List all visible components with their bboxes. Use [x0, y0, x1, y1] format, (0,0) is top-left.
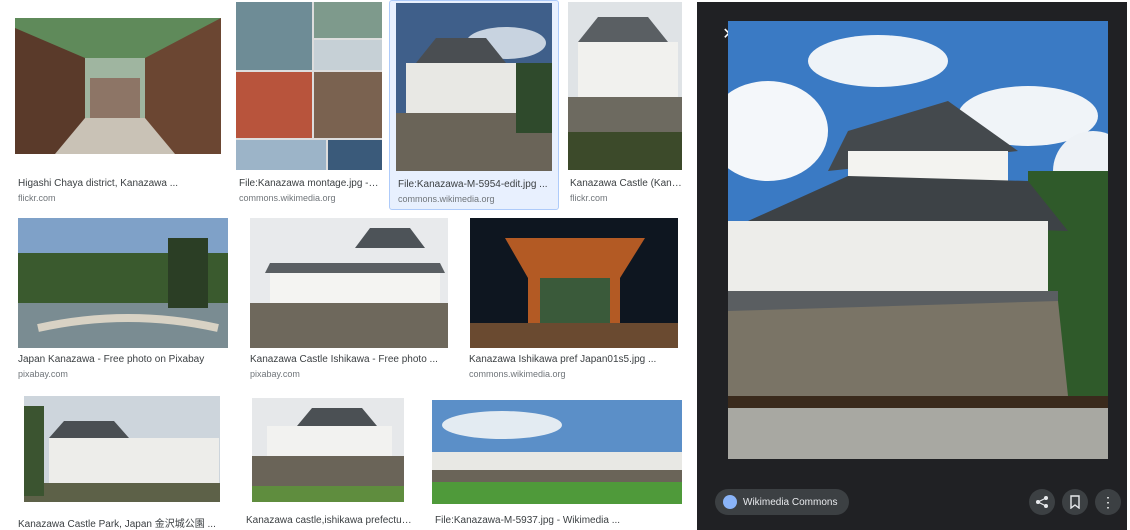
- bookmark-glyph: [1070, 495, 1080, 509]
- globe-icon: [723, 495, 737, 509]
- result-source: flickr.com: [18, 193, 56, 203]
- result-thumbnail[interactable]: [18, 218, 228, 348]
- result-title[interactable]: Kanazawa Ishikawa pref Japan01s5.jpg ...: [469, 354, 679, 365]
- result-source: pixabay.com: [18, 369, 68, 379]
- result-card-5[interactable]: Japan Kanazawa - Free photo on Pixabay p…: [12, 212, 236, 387]
- more-vert-icon[interactable]: ⋮: [1095, 489, 1121, 515]
- result-source: flickr.com: [570, 193, 608, 203]
- preview-image[interactable]: [728, 21, 1108, 459]
- result-thumbnail[interactable]: [396, 3, 552, 171]
- result-title[interactable]: Kanazawa Castle (Kanaz...: [570, 178, 682, 189]
- result-title[interactable]: Higashi Chaya district, Kanazawa ...: [18, 178, 218, 189]
- montage-photo: [236, 2, 382, 170]
- castle-photo: [252, 398, 404, 502]
- share-icon[interactable]: [1029, 489, 1055, 515]
- kanazawa-castle-photo: [728, 21, 1108, 459]
- result-title[interactable]: Kanazawa castle,ishikawa prefecture ...: [246, 515, 414, 526]
- image-preview-panel: ✕ ‹ › Wikimedia Commons: [697, 2, 1127, 530]
- result-card-2[interactable]: File:Kanazawa montage.jpg - Wi... common…: [232, 0, 382, 210]
- result-card-10[interactable]: File:Kanazawa-M-5937.jpg - Wikimedia ...: [428, 392, 686, 530]
- garden-photo: [18, 218, 228, 348]
- source-chip[interactable]: Wikimedia Commons: [715, 489, 850, 515]
- result-source: commons.wikimedia.org: [239, 193, 336, 203]
- result-title[interactable]: File:Kanazawa-M-5937.jpg - Wikimedia ...: [435, 515, 683, 526]
- source-label: Wikimedia Commons: [743, 496, 838, 508]
- result-thumbnail[interactable]: [252, 398, 404, 502]
- result-title[interactable]: Kanazawa Castle Park, Japan 金沢城公園 ...: [18, 515, 218, 530]
- result-card-9[interactable]: Kanazawa castle,ishikawa prefecture ...: [240, 392, 416, 530]
- result-source: commons.wikimedia.org: [469, 369, 566, 379]
- result-thumbnail[interactable]: [24, 396, 220, 502]
- result-thumbnail[interactable]: [250, 218, 448, 348]
- result-card-6[interactable]: Kanazawa Castle Ishikawa - Free photo ..…: [244, 212, 454, 387]
- castle-panorama-photo: [432, 400, 682, 504]
- station-gate-photo: [470, 218, 678, 348]
- result-card-8[interactable]: Kanazawa Castle Park, Japan 金沢城公園 ...: [12, 392, 230, 530]
- castle-photo: [396, 3, 552, 171]
- result-thumbnail[interactable]: [470, 218, 678, 348]
- result-source: commons.wikimedia.org: [398, 194, 495, 204]
- street-photo: [15, 18, 221, 154]
- castle-photo: [250, 218, 448, 348]
- result-thumbnail[interactable]: [15, 18, 221, 154]
- result-card-4[interactable]: Kanazawa Castle (Kanaz... flickr.com: [566, 0, 684, 210]
- result-title[interactable]: File:Kanazawa-M-5954-edit.jpg ...: [398, 179, 554, 190]
- bookmark-icon[interactable]: [1062, 489, 1088, 515]
- castle-photo: [568, 2, 682, 170]
- share-glyph: [1036, 496, 1048, 508]
- castle-photo: [24, 396, 220, 502]
- result-source: pixabay.com: [250, 369, 300, 379]
- result-card-1[interactable]: Higashi Chaya district, Kanazawa ... fli…: [12, 0, 228, 210]
- result-title[interactable]: Kanazawa Castle Ishikawa - Free photo ..…: [250, 354, 450, 365]
- result-title[interactable]: Japan Kanazawa - Free photo on Pixabay: [18, 354, 234, 365]
- result-thumbnail[interactable]: [568, 2, 682, 170]
- result-card-3-selected[interactable]: File:Kanazawa-M-5954-edit.jpg ... common…: [389, 0, 559, 210]
- result-thumbnail[interactable]: [432, 400, 682, 504]
- result-thumbnail[interactable]: [236, 2, 382, 170]
- result-card-7[interactable]: Kanazawa Ishikawa pref Japan01s5.jpg ...…: [464, 212, 684, 387]
- result-title[interactable]: File:Kanazawa montage.jpg - Wi...: [239, 178, 381, 189]
